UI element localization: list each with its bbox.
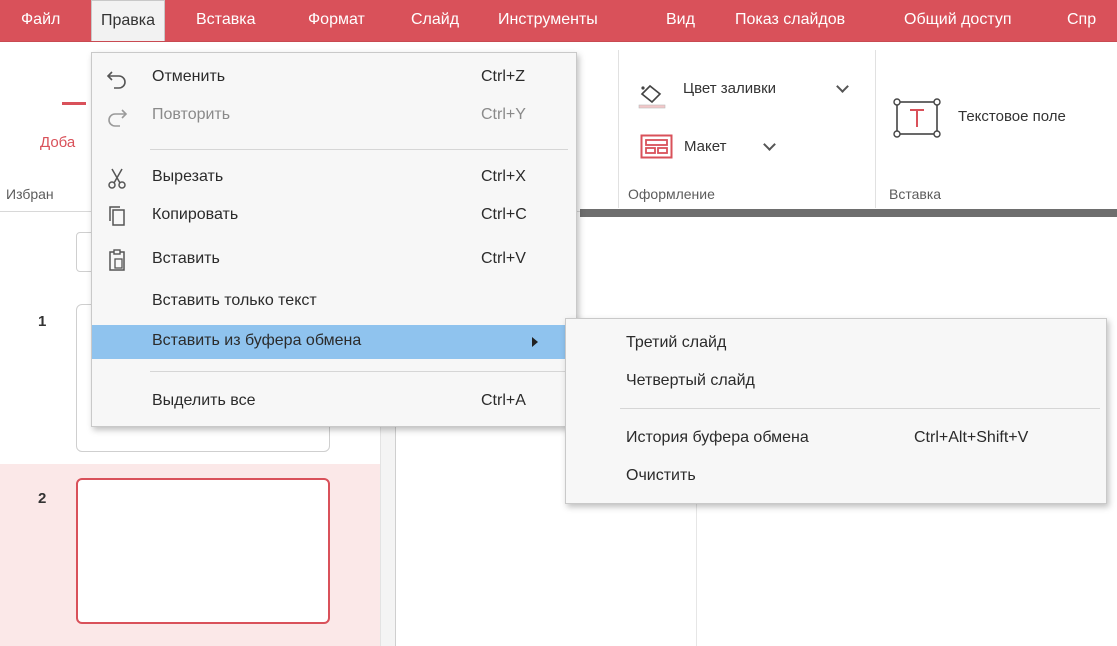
ribbon-divider-strip (580, 209, 1117, 217)
layout-icon[interactable] (640, 134, 674, 160)
menu-bar: Файл Правка Вставка Формат Слайд Инструм… (0, 0, 1117, 42)
menu-item-select-all-shortcut: Ctrl+A (481, 392, 526, 409)
submenu-item-fourth-slide[interactable]: Четвертый слайд (566, 365, 1106, 399)
menu-file[interactable]: Файл (21, 0, 60, 41)
slide-number: 2 (38, 490, 47, 507)
ribbon-separator (875, 50, 876, 208)
submenu-item-clipboard-history-label: История буфера обмена (626, 429, 809, 446)
menu-item-copy[interactable]: Копировать Ctrl+C (92, 199, 576, 233)
menu-item-undo[interactable]: Отменить Ctrl+Z (92, 61, 576, 95)
menu-item-paste-from-clipboard-label: Вставить из буфера обмена (152, 332, 362, 349)
submenu-item-clear-label: Очистить (626, 467, 696, 484)
menu-item-copy-shortcut: Ctrl+C (481, 206, 527, 223)
menu-sharing[interactable]: Общий доступ (904, 0, 1012, 41)
menu-item-undo-shortcut: Ctrl+Z (481, 68, 525, 85)
add-icon (62, 102, 86, 105)
layout-button[interactable]: Макет (684, 138, 726, 155)
scissors-icon (106, 166, 128, 190)
design-group-label: Оформление (628, 186, 715, 202)
menu-insert[interactable]: Вставка (196, 0, 255, 41)
favorites-group-label: Избран (6, 186, 54, 202)
slide-canvas-edge (696, 500, 697, 646)
menu-item-cut-shortcut: Ctrl+X (481, 168, 526, 185)
menu-item-paste-text-only-label: Вставить только текст (152, 292, 317, 309)
submenu-item-clipboard-history-shortcut: Ctrl+Alt+Shift+V (914, 429, 1029, 446)
submenu-item-clipboard-history[interactable]: История буфера обмена Ctrl+Alt+Shift+V (566, 422, 1106, 456)
menu-tools[interactable]: Инструменты (498, 0, 598, 41)
menu-item-paste[interactable]: Вставить Ctrl+V (92, 243, 576, 277)
menu-slideshow[interactable]: Показ слайдов (735, 0, 845, 41)
edit-menu: Отменить Ctrl+Z Повторить Ctrl+Y Вырезат… (91, 52, 577, 427)
clipboard-submenu: Третий слайд Четвертый слайд История буф… (565, 318, 1107, 504)
menu-item-cut[interactable]: Вырезать Ctrl+X (92, 161, 576, 195)
text-box-icon[interactable] (891, 96, 943, 140)
menu-item-paste-from-clipboard[interactable]: Вставить из буфера обмена (92, 325, 576, 359)
copy-icon (106, 204, 128, 228)
submenu-item-fourth-slide-label: Четвертый слайд (626, 372, 755, 389)
favorites-add-button[interactable]: Доба (40, 134, 75, 151)
redo-icon (106, 104, 128, 128)
submenu-arrow-icon (532, 337, 538, 347)
menu-item-redo-shortcut: Ctrl+Y (481, 106, 526, 123)
fill-color-icon[interactable] (636, 80, 670, 110)
menu-separator (620, 408, 1100, 409)
menu-separator (150, 149, 568, 150)
text-box-button[interactable]: Текстовое поле (958, 108, 1066, 125)
menu-item-undo-label: Отменить (152, 68, 226, 85)
slide-thumbnail-2[interactable] (76, 478, 330, 624)
menu-item-copy-label: Копировать (152, 206, 239, 223)
menu-format[interactable]: Формат (308, 0, 365, 41)
menu-view[interactable]: Вид (666, 0, 695, 41)
menu-separator (150, 371, 568, 372)
clipboard-icon (106, 248, 128, 272)
undo-icon (106, 66, 128, 90)
menu-item-paste-label: Вставить (152, 250, 220, 267)
menu-item-select-all[interactable]: Выделить все Ctrl+A (92, 385, 576, 419)
menu-item-redo-label: Повторить (152, 106, 231, 123)
menu-item-paste-shortcut: Ctrl+V (481, 250, 526, 267)
menu-edit[interactable]: Правка (91, 0, 166, 41)
menu-help[interactable]: Спр (1067, 0, 1096, 41)
layout-chevron-down-icon[interactable] (763, 138, 776, 151)
menu-item-select-all-label: Выделить все (152, 392, 256, 409)
menu-item-redo[interactable]: Повторить Ctrl+Y (92, 99, 576, 133)
submenu-item-clear[interactable]: Очистить (566, 460, 1106, 494)
fill-color-chevron-down-icon[interactable] (836, 80, 849, 93)
menu-item-paste-text-only[interactable]: Вставить только текст (92, 285, 576, 319)
submenu-item-third-slide[interactable]: Третий слайд (566, 327, 1106, 361)
menu-item-cut-label: Вырезать (152, 168, 224, 185)
fill-color-button[interactable]: Цвет заливки (683, 80, 776, 97)
menu-slide[interactable]: Слайд (411, 0, 459, 41)
ribbon-separator (618, 50, 619, 208)
slide-number: 1 (38, 313, 47, 330)
insert-group-label: Вставка (889, 186, 942, 202)
submenu-item-third-slide-label: Третий слайд (626, 334, 727, 351)
